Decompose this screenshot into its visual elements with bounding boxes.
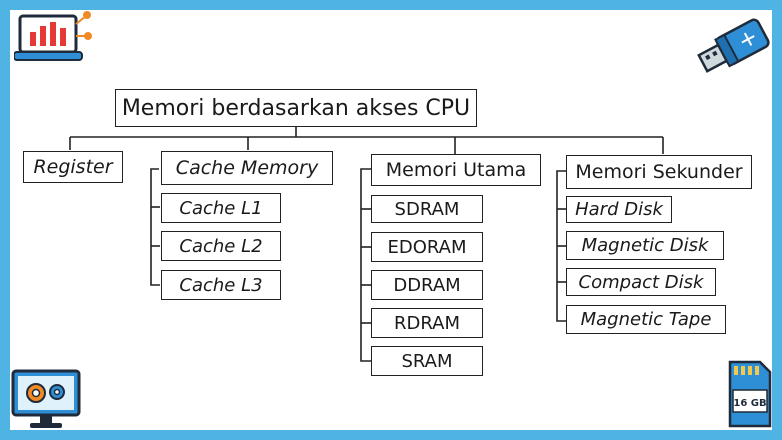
item-ddram: DDRAM: [371, 270, 483, 300]
diagram-canvas: Memori berdasarkan akses CPU Register Ca…: [10, 10, 772, 430]
category-memori-utama: Memori Utama: [371, 154, 541, 186]
item-compact-disk: Compact Disk: [566, 268, 716, 296]
item-sdram: SDRAM: [371, 195, 483, 223]
item-hard-disk: Hard Disk: [566, 196, 672, 223]
item-cache-l1: Cache L1: [161, 193, 281, 223]
item-cache-l2: Cache L2: [161, 231, 281, 261]
root-node: Memori berdasarkan akses CPU: [115, 89, 477, 127]
item-magnetic-disk: Magnetic Disk: [566, 231, 724, 260]
item-sram: SRAM: [371, 346, 483, 376]
item-edoram: EDORAM: [371, 232, 483, 262]
item-magnetic-tape: Magnetic Tape: [566, 305, 726, 334]
laptop-chart-icon: [14, 11, 92, 61]
category-register: Register: [23, 151, 123, 183]
item-rdram: RDRAM: [371, 308, 483, 338]
item-cache-l3: Cache L3: [161, 270, 281, 300]
usb-drive-icon: [697, 18, 770, 73]
sd-card-label: 16 GB: [733, 398, 766, 409]
sd-card-icon: 16 GB: [728, 360, 772, 428]
monitor-gears-icon: [11, 369, 81, 428]
category-memori-sekunder: Memori Sekunder: [566, 155, 752, 189]
category-cache-memory: Cache Memory: [161, 151, 333, 185]
